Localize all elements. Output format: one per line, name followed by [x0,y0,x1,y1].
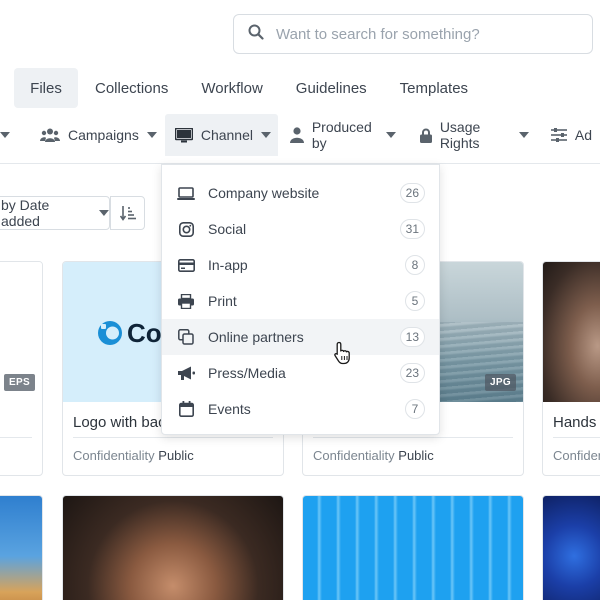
sort-descending-icon [119,206,136,221]
asset-thumbnail [303,496,523,600]
option-label: Online partners [208,329,304,345]
filter-label: Campaigns [68,127,139,143]
channel-dropdown: Company website 26 Social 31 In-app 8 Pr… [161,164,440,435]
filter-label: Ad [574,127,592,143]
card-divider [553,437,600,438]
sort-order-button[interactable] [110,196,145,230]
filter-campaigns[interactable]: Campaigns [22,114,165,156]
file-type-badge: JPG [485,374,516,391]
filter-label: Produced by [311,119,372,151]
channel-option-press-media[interactable]: Press/Media 23 [162,355,439,391]
file-type-badge: EPS [4,374,35,391]
asset-card[interactable]: EPS [0,261,43,476]
tab-templates[interactable]: Templates [384,68,484,108]
confidentiality-value: Public [158,448,194,463]
chevron-down-icon [260,132,271,138]
card-divider [0,437,32,438]
filter-label: Channel [200,127,253,143]
card-title: Logo with bac [73,414,166,431]
copy-icon [176,327,196,347]
users-icon [40,128,60,142]
channel-option-events[interactable]: Events 7 [162,391,439,427]
asset-thumbnail [0,496,42,600]
brand-logo-icon [98,321,122,345]
user-icon [289,127,304,143]
confidentiality-label: Confiden [553,448,600,463]
card-icon [176,255,196,275]
option-count: 7 [405,399,425,419]
tab-files[interactable]: Files [14,68,78,108]
chevron-down-icon [146,132,157,138]
search-icon [248,24,264,45]
option-count: 8 [405,255,425,275]
asset-thumbnail [63,496,283,600]
main-tabs: Files Collections Workflow Guidelines Te… [14,68,485,108]
option-label: In-app [208,257,248,273]
search-input[interactable] [276,25,576,43]
chevron-down-icon [99,210,109,216]
lock-icon [419,128,432,143]
search-bar[interactable] [233,14,593,54]
asset-thumbnail [543,262,600,402]
card-title: Hands [553,414,597,431]
asset-card[interactable] [0,495,43,600]
filter-label: Usage Rights [439,119,481,151]
laptop-icon [176,183,196,203]
confidentiality-value: Public [398,448,434,463]
logo-text: Co [127,318,162,348]
tab-guidelines[interactable]: Guidelines [280,68,383,108]
channel-option-online-partners[interactable]: Online partners 13 [162,319,439,355]
printer-icon [176,291,196,311]
chevron-down-icon [385,132,396,138]
option-label: Company website [208,185,320,201]
monitor-icon [174,127,193,142]
option-label: Print [208,293,237,309]
card-divider [313,437,513,438]
chevron-down-icon [518,132,529,138]
asset-card[interactable]: Hands Confiden [542,261,600,476]
tab-workflow[interactable]: Workflow [185,68,278,108]
sort-label: by Date added [1,197,50,229]
tab-collections[interactable]: Collections [79,68,184,108]
card-divider [73,437,273,438]
filter-usage-rights[interactable]: Usage Rights [404,114,537,156]
asset-thumbnail [543,496,600,600]
channel-option-social[interactable]: Social 31 [162,211,439,247]
filter-produced-by[interactable]: Produced by [278,114,404,156]
option-count: 23 [399,363,425,383]
chevron-down-icon [0,132,10,138]
channel-option-in-app[interactable]: In-app 8 [162,247,439,283]
channel-option-print[interactable]: Print 5 [162,283,439,319]
option-label: Events [208,401,251,417]
megaphone-icon [176,363,196,383]
confidentiality-label: Confidentiality Public [73,448,194,463]
sort-select[interactable]: by Date added [0,196,110,230]
instagram-icon [176,219,196,239]
hand-cursor-icon [334,341,350,365]
option-label: Press/Media [208,365,286,381]
option-count: 5 [405,291,425,311]
filter-advanced[interactable]: Ad [537,114,600,156]
filter-channel[interactable]: Channel [164,114,278,156]
asset-card[interactable] [542,495,600,600]
filter-bar: Campaigns Channel Produced by Usage Righ… [0,114,600,156]
asset-card[interactable] [62,495,284,600]
option-count: 31 [399,219,425,239]
filter-prev-caret[interactable] [0,114,22,156]
channel-option-company-website[interactable]: Company website 26 [162,175,439,211]
option-count: 26 [399,183,425,203]
option-count: 13 [399,327,425,347]
confidentiality-label: Confidentiality Public [313,448,434,463]
calendar-icon [176,399,196,419]
sliders-icon [550,128,567,142]
asset-card[interactable] [302,495,524,600]
option-label: Social [208,221,247,237]
